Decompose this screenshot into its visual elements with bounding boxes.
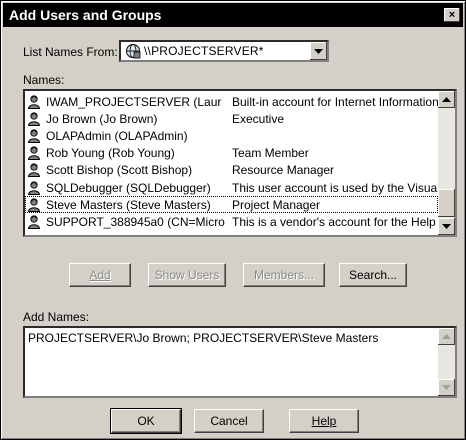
list-item[interactable]: IWAM_PROJECTSERVER (Laur Built-in account… xyxy=(25,93,438,110)
members-button[interactable]: Members... xyxy=(243,263,325,287)
account-description: Project Manager xyxy=(232,197,321,212)
user-icon xyxy=(28,94,40,109)
account-name: Rob Young (Rob Young) xyxy=(46,146,175,161)
names-scrollbar[interactable] xyxy=(438,91,455,235)
arrow-down-icon xyxy=(442,224,451,229)
add-button[interactable]: Add xyxy=(69,263,131,287)
list-item[interactable]: SQLDebugger (SQLDebugger) This user accou… xyxy=(25,179,438,196)
account-name: Jo Brown (Jo Brown) xyxy=(46,111,158,126)
names-list[interactable]: IWAM_PROJECTSERVER (Laur Built-in account… xyxy=(23,89,457,237)
account-description: Executive xyxy=(232,111,285,126)
scroll-thumb[interactable] xyxy=(438,189,455,217)
user-icon xyxy=(28,180,40,195)
search-button[interactable]: Search... xyxy=(339,263,407,287)
ok-button[interactable]: OK xyxy=(110,408,182,434)
list-names-from-label: List Names From: xyxy=(23,45,118,59)
list-names-from-combobox[interactable]: \\PROJECTSERVER* xyxy=(119,40,329,62)
arrow-down-icon xyxy=(442,385,451,390)
account-name: IWAM_PROJECTSERVER (Laur xyxy=(46,94,222,109)
account-description: Built-in account for Internet Informatio… xyxy=(232,94,438,109)
scroll-up-button[interactable] xyxy=(438,328,455,345)
list-item[interactable]: SUPPORT_388945a0 (CN=Micro This is a vend… xyxy=(25,213,438,230)
cancel-button[interactable]: Cancel xyxy=(194,409,264,433)
account-name: SUPPORT_388945a0 (CN=Micro xyxy=(46,214,225,229)
user-icon xyxy=(28,163,40,178)
add-names-scrollbar[interactable] xyxy=(438,328,455,396)
names-rows: IWAM_PROJECTSERVER (Laur Built-in account… xyxy=(25,93,438,231)
scroll-down-button[interactable] xyxy=(438,218,455,235)
scroll-down-button[interactable] xyxy=(438,379,455,396)
names-label: Names: xyxy=(23,73,65,87)
account-name: Scott Bishop (Scott Bishop) xyxy=(46,163,193,178)
list-item[interactable]: OLAPAdmin (OLAPAdmin) xyxy=(25,127,438,144)
window-title: Add Users and Groups xyxy=(9,7,162,23)
close-button[interactable]: × xyxy=(444,8,460,22)
list-names-from-value: \\PROJECTSERVER* xyxy=(144,44,264,58)
user-icon xyxy=(28,129,40,143)
account-name: Steve Masters (Steve Masters) xyxy=(46,197,211,212)
arrow-up-icon xyxy=(442,334,451,339)
show-users-button[interactable]: Show Users xyxy=(148,263,226,287)
help-button[interactable]: Help xyxy=(289,409,359,433)
list-item[interactable]: Steve Masters (Steve Masters) Project Man… xyxy=(25,196,438,214)
add-users-and-groups-dialog: Add Users and Groups × List Names From: … xyxy=(0,0,466,440)
account-description: This is a vendor's account for the Help … xyxy=(232,214,438,229)
account-description: Resource Manager xyxy=(232,163,335,178)
user-icon xyxy=(28,215,40,229)
list-item[interactable]: Jo Brown (Jo Brown) Executive xyxy=(25,110,438,127)
account-description: Team Member xyxy=(232,146,309,161)
add-names-value: PROJECTSERVER\Jo Brown; PROJECTSERVER\St… xyxy=(28,331,379,345)
list-item[interactable]: Rob Young (Rob Young) Team Member xyxy=(25,145,438,162)
add-names-label: Add Names: xyxy=(23,310,90,324)
title-bar[interactable]: Add Users and Groups × xyxy=(3,3,463,27)
arrow-up-icon xyxy=(442,97,451,102)
combobox-dropdown-button[interactable] xyxy=(310,42,327,60)
close-icon: × xyxy=(448,9,456,21)
account-description: This user account is used by the Visual xyxy=(232,180,438,195)
scroll-up-button[interactable] xyxy=(438,91,455,108)
list-item[interactable]: Scott Bishop (Scott Bishop) Resource Mana… xyxy=(25,162,438,179)
user-icon xyxy=(28,112,40,126)
user-icon xyxy=(28,146,40,161)
chevron-down-icon xyxy=(314,48,323,54)
add-names-field[interactable]: PROJECTSERVER\Jo Brown; PROJECTSERVER\St… xyxy=(23,326,457,398)
account-name: SQLDebugger (SQLDebugger) xyxy=(46,180,211,195)
globe-server-icon xyxy=(126,44,141,59)
user-icon xyxy=(28,198,40,212)
account-name: OLAPAdmin (OLAPAdmin) xyxy=(46,128,188,143)
